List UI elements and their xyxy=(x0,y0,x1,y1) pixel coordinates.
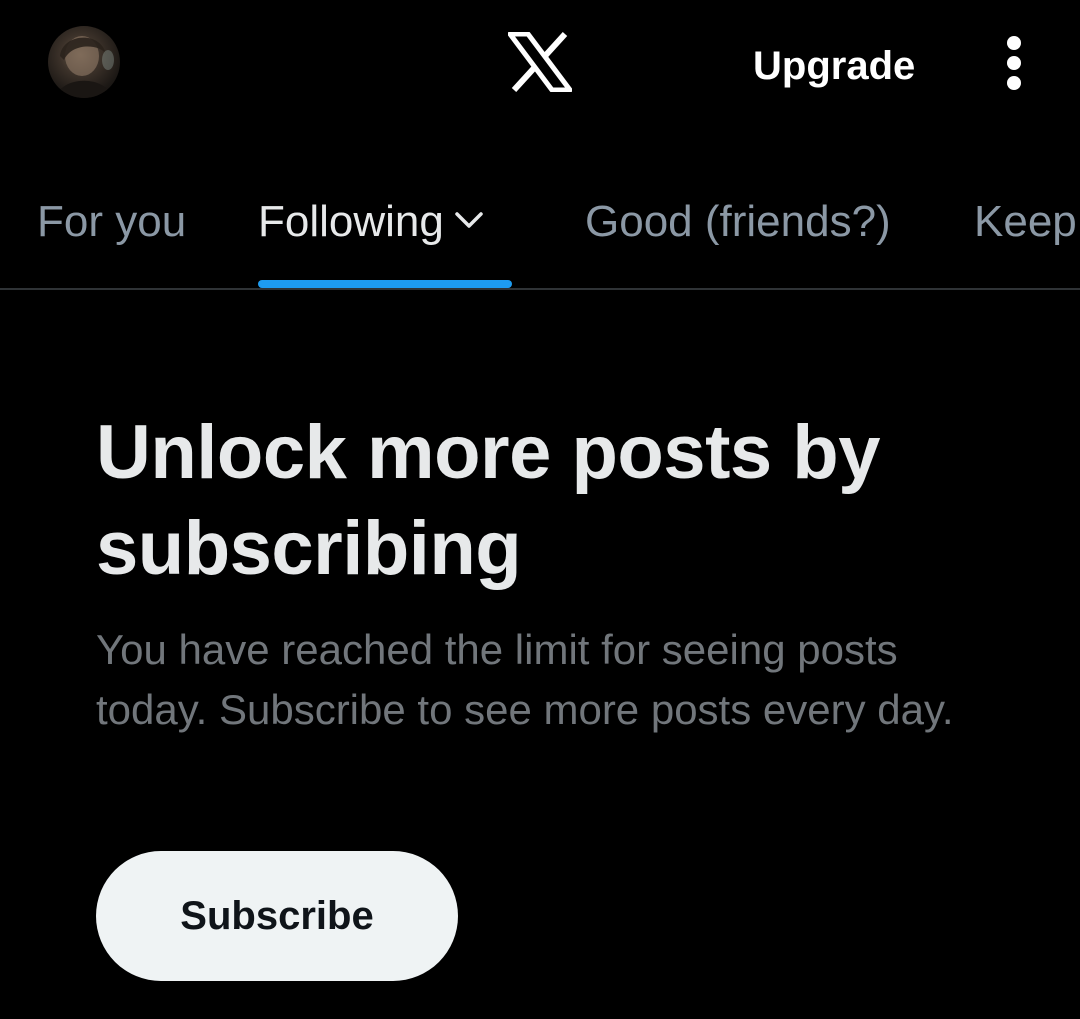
x-logo-icon[interactable] xyxy=(507,31,573,93)
paywall-description: You have reached the limit for seeing po… xyxy=(96,626,954,733)
tab-keep[interactable]: Keep xyxy=(974,192,1077,252)
tab-label: Keep xyxy=(974,197,1077,246)
tab-following[interactable]: Following xyxy=(258,192,486,252)
chevron-down-icon[interactable] xyxy=(452,203,486,237)
tab-for-you[interactable]: For you xyxy=(37,192,186,252)
tab-label: Good (friends?) xyxy=(585,197,891,246)
subscribe-button[interactable]: Subscribe xyxy=(96,851,458,981)
avatar[interactable] xyxy=(48,26,120,98)
top-bar: Upgrade xyxy=(0,0,1080,130)
upgrade-button[interactable]: Upgrade xyxy=(753,40,915,92)
avatar-photo xyxy=(56,36,114,98)
active-tab-indicator xyxy=(258,280,512,288)
paywall-title: Unlock more posts by subscribing xyxy=(96,410,880,591)
timeline-tabs: For you Following Good (friends?) Keep xyxy=(0,170,1080,290)
tab-label: For you xyxy=(37,197,187,246)
tab-label: Following xyxy=(258,197,444,246)
tab-good-friends[interactable]: Good (friends?) xyxy=(585,192,891,252)
more-vertical-icon[interactable] xyxy=(996,32,1032,94)
